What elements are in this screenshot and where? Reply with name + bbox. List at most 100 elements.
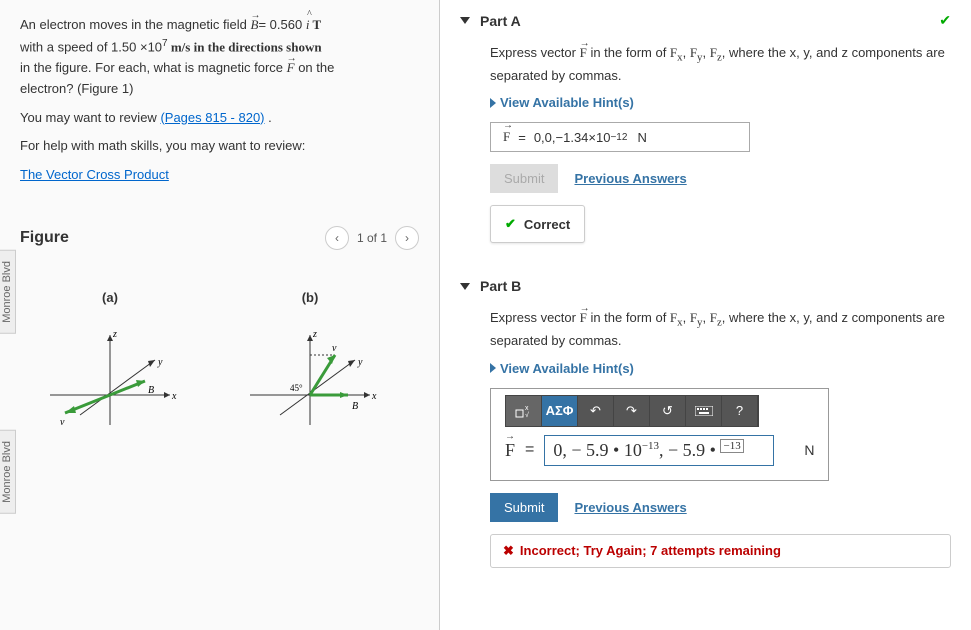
input-exp: −13 — [642, 440, 659, 452]
svg-text:z: z — [312, 329, 317, 340]
svg-text:x: x — [371, 391, 377, 402]
fy: F — [690, 310, 697, 325]
part-b-hints[interactable]: View Available Hint(s) — [490, 361, 951, 376]
part-b-body: Express vector F in the form of Fx, Fy, … — [460, 298, 951, 582]
f-var: F — [505, 440, 515, 461]
text: electron? (Figure 1) — [20, 81, 133, 96]
svg-text:x: x — [525, 405, 529, 412]
subfig-b-label: (b) — [240, 290, 380, 305]
cross-product-link[interactable]: The Vector Cross Product — [20, 167, 169, 182]
svg-text:v⃗: v⃗ — [332, 343, 344, 354]
text: with a speed of 1.50 ×10 — [20, 39, 162, 54]
undo-button[interactable]: ↶ — [578, 396, 614, 426]
equals: = — [518, 130, 526, 145]
fz: F — [710, 45, 717, 60]
hints-label: View Available Hint(s) — [500, 95, 634, 110]
figure-area: (a) x y z v⃗ B⃗ (b) — [20, 280, 419, 448]
sub: y — [697, 317, 702, 329]
part-a-submit-button: Submit — [490, 164, 558, 193]
text: in the form of — [587, 45, 670, 60]
f-var: F — [503, 129, 510, 145]
help-button[interactable]: ? — [722, 396, 758, 426]
part-a-hints[interactable]: View Available Hint(s) — [490, 95, 951, 110]
part-a-feedback: ✔ Correct — [490, 205, 585, 243]
svg-text:45°: 45° — [290, 383, 303, 393]
text: on the — [295, 60, 335, 75]
part-b-submit-button[interactable]: Submit — [490, 493, 558, 522]
f-vector: F — [580, 310, 587, 325]
figure-title: Figure — [20, 229, 69, 247]
b-vector: B — [251, 17, 259, 32]
svg-text:B⃗: B⃗ — [352, 401, 366, 412]
side-tab-2[interactable]: Monroe Blvd — [0, 430, 16, 514]
svg-text:z: z — [112, 329, 117, 340]
svg-text:y: y — [357, 357, 363, 368]
part-b-header[interactable]: Part B — [460, 274, 951, 298]
problem-statement: An electron moves in the magnetic field … — [20, 15, 419, 100]
axes-diagram-a: x y z v⃗ B⃗ — [40, 315, 180, 435]
part-b-previous-answers[interactable]: Previous Answers — [574, 500, 686, 515]
input-text2: , − 5.9 • — [659, 440, 720, 460]
check-icon: ✔ — [939, 12, 951, 29]
part-b-title: Part B — [480, 278, 521, 294]
review-line: You may want to review (Pages 815 - 820)… — [20, 108, 419, 129]
svg-text:√: √ — [525, 411, 529, 418]
incorrect-text: Incorrect; Try Again; 7 attempts remaini… — [520, 543, 781, 558]
correct-label: Correct — [524, 217, 570, 232]
text: . — [265, 110, 272, 125]
reset-button[interactable]: ↺ — [650, 396, 686, 426]
math-help-line: For help with math skills, you may want … — [20, 136, 419, 157]
text: in the figure. For each, what is magneti… — [20, 60, 287, 75]
answer-unit: N — [637, 130, 646, 145]
figure-count: 1 of 1 — [357, 231, 387, 245]
part-a-prompt: Express vector F in the form of Fx, Fy, … — [490, 43, 951, 85]
text: Express vector — [490, 310, 580, 325]
text: T — [309, 17, 321, 32]
fz: F — [710, 310, 717, 325]
part-a-answer-box: F = 0,0,−1.34×10−12 N — [490, 122, 750, 152]
text: m/s in the directions shown — [168, 39, 322, 54]
answer-unit: N — [804, 442, 814, 458]
caret-right-icon — [490, 363, 496, 373]
svg-text:B⃗: B⃗ — [148, 385, 162, 396]
part-b-input-container: x√ ΑΣΦ ↶ ↷ ↺ ? F = 0, − 5.9 • 10−13, − 5… — [490, 388, 829, 481]
f-vector: F — [580, 45, 587, 60]
greek-tool-button[interactable]: ΑΣΦ — [542, 396, 578, 426]
answer-value: 0,0,−1.34×10 — [534, 130, 611, 145]
part-a-previous-answers[interactable]: Previous Answers — [574, 171, 686, 186]
x-icon: ✖ — [503, 543, 514, 559]
answer-exp: −12 — [610, 132, 627, 143]
caret-right-icon — [490, 98, 496, 108]
part-a-header[interactable]: Part A ✔ — [460, 8, 951, 33]
sub: y — [697, 52, 702, 64]
svg-text:v⃗: v⃗ — [60, 417, 72, 428]
subfigure-b: (b) x y z v⃗ B⃗ 45° — [240, 290, 380, 438]
svg-text:x: x — [171, 391, 177, 402]
pages-link[interactable]: (Pages 815 - 820) — [160, 110, 264, 125]
sub: x — [677, 52, 682, 64]
svg-text:y: y — [157, 357, 163, 368]
check-icon: ✔ — [505, 216, 516, 232]
caret-down-icon — [460, 283, 470, 290]
subfigure-a: (a) x y z v⃗ B⃗ — [40, 290, 180, 438]
text: in the form of — [587, 310, 670, 325]
figure-next-button[interactable]: › — [395, 226, 419, 250]
part-b-math-input[interactable]: 0, − 5.9 • 10−13, − 5.9 • −13 — [544, 435, 774, 466]
figure-prev-button[interactable]: ‹ — [325, 226, 349, 250]
keyboard-button[interactable] — [686, 396, 722, 426]
part-b-incorrect-feedback: ✖ Incorrect; Try Again; 7 attempts remai… — [490, 534, 951, 568]
side-tab-1[interactable]: Monroe Blvd — [0, 250, 16, 334]
fy: F — [690, 45, 697, 60]
hints-label: View Available Hint(s) — [500, 361, 634, 376]
text: You may want to review — [20, 110, 160, 125]
part-b-prompt: Express vector F in the form of Fx, Fy, … — [490, 308, 951, 350]
f-vector: F — [287, 60, 295, 75]
input-exp2: −13 — [720, 439, 743, 453]
part-a-title: Part A — [480, 13, 521, 29]
sub: x — [677, 317, 682, 329]
redo-button[interactable]: ↷ — [614, 396, 650, 426]
text: = 0.560 — [258, 17, 305, 32]
text: An electron moves in the magnetic field — [20, 17, 251, 32]
template-tool-button[interactable]: x√ — [506, 396, 542, 426]
text: Express vector — [490, 45, 580, 60]
